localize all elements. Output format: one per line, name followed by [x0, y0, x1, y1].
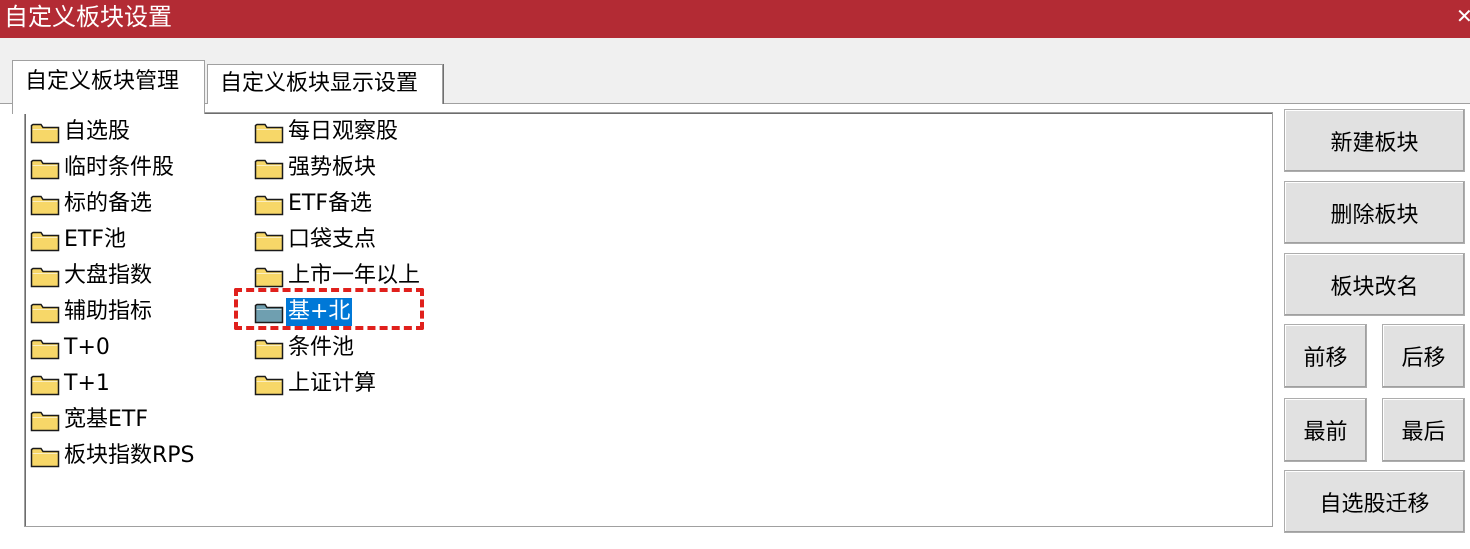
list-item[interactable]: 基+北: [254, 295, 353, 329]
block-list[interactable]: [24, 112, 1273, 527]
list-item[interactable]: ETF池: [30, 223, 128, 257]
list-item-label: 上证计算: [288, 371, 377, 396]
list-item-label: 大盘指数: [64, 263, 153, 288]
list-item-label: T+1: [64, 371, 110, 396]
list-item-label: ETF备选: [288, 191, 372, 216]
folder-icon: [30, 267, 60, 288]
list-item-label: 基+北: [286, 298, 353, 326]
list-item-label: 标的备选: [64, 191, 153, 216]
folder-icon: [30, 411, 60, 432]
tab-block-management[interactable]: 自定义板块管理: [12, 60, 205, 114]
list-item[interactable]: 强势板块: [254, 151, 378, 185]
list-item[interactable]: 上市一年以上: [254, 259, 422, 293]
folder-icon: [254, 375, 284, 396]
tab-block-display-settings[interactable]: 自定义板块显示设置: [207, 64, 443, 104]
folder-icon: [30, 447, 60, 468]
list-item[interactable]: 宽基ETF: [30, 403, 150, 437]
folder-icon: [254, 195, 284, 216]
list-item[interactable]: 标的备选: [30, 187, 154, 221]
delete-block-button[interactable]: 删除板块: [1284, 181, 1465, 244]
list-item[interactable]: 条件池: [254, 331, 356, 365]
folder-icon: [30, 159, 60, 180]
move-first-button[interactable]: 最前: [1284, 398, 1367, 462]
folder-icon: [254, 267, 284, 288]
close-icon[interactable]: ✕: [1456, 4, 1470, 28]
folder-icon: [254, 339, 284, 360]
list-item-label: 口袋支点: [288, 227, 377, 252]
move-last-button[interactable]: 最后: [1382, 398, 1465, 462]
list-item-label: 板块指数RPS: [64, 443, 195, 468]
folder-icon: [254, 123, 284, 144]
list-item-label: 每日观察股: [288, 119, 399, 144]
move-back-button[interactable]: 后移: [1382, 324, 1465, 388]
list-item[interactable]: 临时条件股: [30, 151, 176, 185]
folder-icon: [254, 231, 284, 252]
folder-icon: [30, 231, 60, 252]
list-item[interactable]: 每日观察股: [254, 115, 400, 149]
folder-icon: [30, 339, 60, 360]
title-bar: 自定义板块设置 ✕: [0, 0, 1470, 38]
folder-icon: [254, 303, 284, 324]
list-item[interactable]: 大盘指数: [30, 259, 154, 293]
migrate-watchlist-button[interactable]: 自选股迁移: [1284, 470, 1465, 533]
list-item-label: 上市一年以上: [288, 263, 421, 288]
list-item-label: 临时条件股: [64, 155, 175, 180]
list-item[interactable]: 板块指数RPS: [30, 439, 197, 473]
list-item-label: 条件池: [288, 335, 355, 360]
move-forward-button[interactable]: 前移: [1284, 324, 1367, 388]
list-item[interactable]: T+1: [30, 367, 112, 401]
folder-icon: [30, 195, 60, 216]
folder-icon: [30, 123, 60, 144]
rename-block-button[interactable]: 板块改名: [1284, 253, 1465, 316]
list-item[interactable]: ETF备选: [254, 187, 374, 221]
list-item-label: 自选股: [64, 119, 131, 144]
list-item-label: 宽基ETF: [64, 407, 148, 432]
list-item-label: 强势板块: [288, 155, 377, 180]
folder-icon: [30, 303, 60, 324]
list-item[interactable]: 自选股: [30, 115, 132, 149]
list-item[interactable]: 口袋支点: [254, 223, 378, 257]
window-title: 自定义板块设置: [4, 3, 172, 31]
folder-icon: [254, 159, 284, 180]
list-item[interactable]: 辅助指标: [30, 295, 154, 329]
folder-icon: [30, 375, 60, 396]
list-item-label: T+0: [64, 335, 110, 360]
list-item-label: ETF池: [64, 227, 126, 252]
new-block-button[interactable]: 新建板块: [1284, 109, 1465, 172]
list-item[interactable]: 上证计算: [254, 367, 378, 401]
list-item-label: 辅助指标: [64, 299, 153, 324]
list-item[interactable]: T+0: [30, 331, 112, 365]
